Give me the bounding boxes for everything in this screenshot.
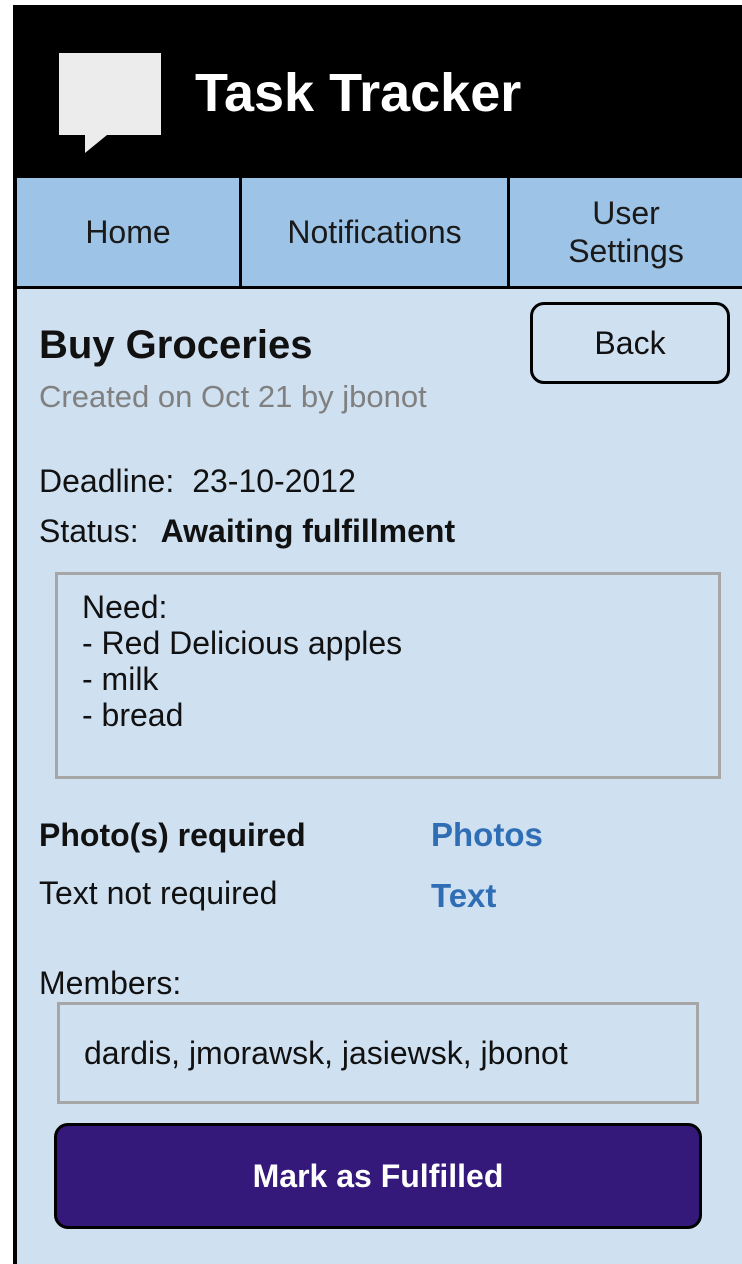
photos-link[interactable]: Photos	[431, 816, 543, 854]
deadline-row: Deadline: 23-10-2012	[39, 463, 356, 500]
phone-screen: Task Tracker Home Notifications User Set…	[13, 5, 742, 1264]
task-title: Buy Groceries	[39, 323, 313, 367]
tab-user-settings[interactable]: User Settings	[510, 178, 742, 286]
tab-home[interactable]: Home	[17, 178, 242, 286]
speech-bubble-icon	[59, 53, 161, 153]
nav-bar: Home Notifications User Settings	[17, 175, 742, 289]
tab-user-settings-label: User Settings	[568, 195, 684, 269]
members-field: dardis, jmorawsk, jasiewsk, jbonot	[57, 1002, 699, 1104]
photo-requirement: Photo(s) required	[39, 817, 306, 853]
app-header: Task Tracker	[17, 5, 742, 175]
task-created-info: Created on Oct 21 by jbonot	[39, 379, 427, 414]
status-label: Status:	[39, 513, 139, 549]
text-requirement: Text not required	[39, 875, 278, 911]
mark-fulfilled-button[interactable]: Mark as Fulfilled	[54, 1123, 702, 1229]
status-row: Status: Awaiting fulfillment	[39, 513, 455, 550]
deadline-label: Deadline:	[39, 463, 175, 499]
members-label: Members:	[39, 965, 182, 1001]
tab-notifications[interactable]: Notifications	[242, 178, 510, 286]
text-link[interactable]: Text	[431, 877, 496, 915]
tab-notifications-label: Notifications	[287, 214, 462, 250]
deadline-value: 23-10-2012	[192, 463, 356, 499]
tab-home-label: Home	[85, 214, 171, 250]
app-title: Task Tracker	[195, 63, 522, 123]
status-value: Awaiting fulfillment	[160, 513, 456, 549]
back-button[interactable]: Back	[530, 302, 730, 384]
task-notes: Need: - Red Delicious apples - milk - br…	[55, 572, 721, 779]
